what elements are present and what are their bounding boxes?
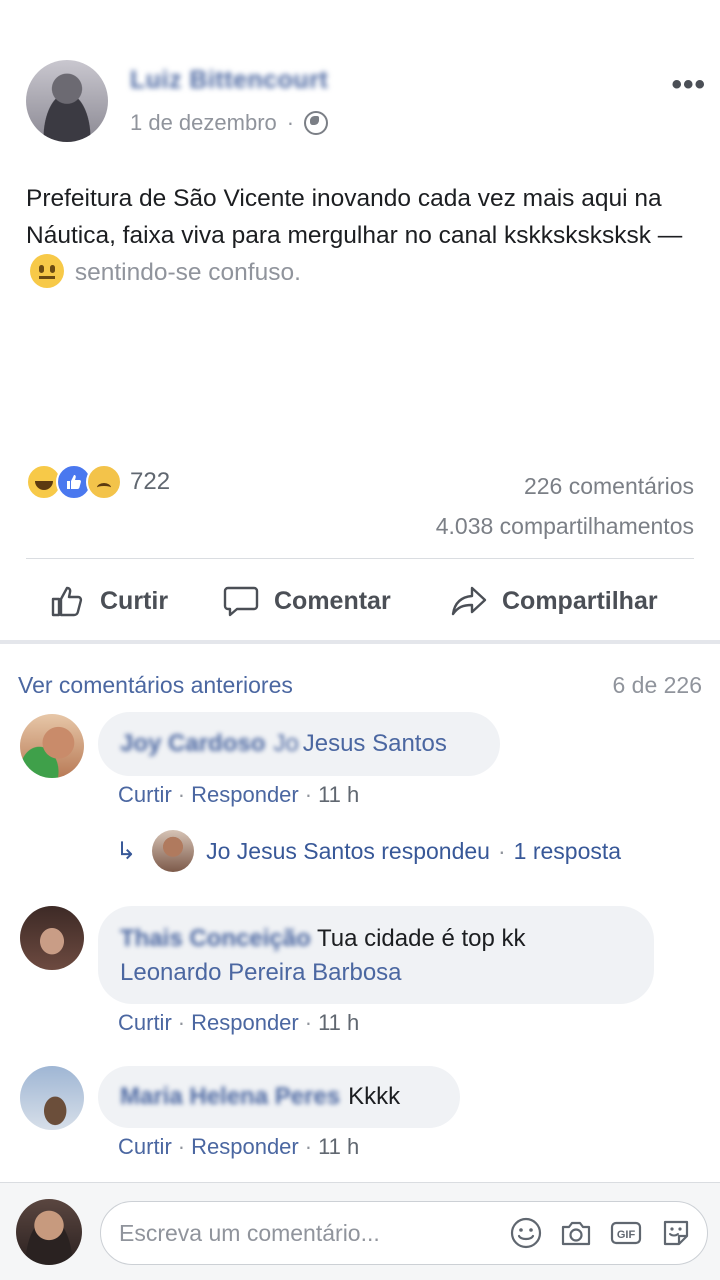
emoji-icon[interactable]	[509, 1216, 543, 1250]
globe-icon	[304, 111, 329, 135]
share-arrow-icon	[451, 586, 487, 616]
engagement-counts: 226 comentários 4.038 compartilhamentos	[436, 466, 694, 546]
like-button[interactable]: Curtir	[48, 582, 168, 620]
tagged-user[interactable]: Jesus Santos	[303, 730, 447, 758]
comment-bubble: Thais Conceição Tua cidade é top kk Leon…	[98, 906, 654, 1004]
confused-emoji-icon	[30, 254, 64, 288]
shares-count[interactable]: 4.038 compartilhamentos	[436, 506, 694, 546]
comment-bubble: Maria Helena Peres Kkkk	[98, 1066, 460, 1128]
comment-reply-link[interactable]: Responder	[191, 1010, 299, 1035]
share-button[interactable]: Compartilhar	[450, 582, 658, 620]
current-user-avatar	[16, 1199, 82, 1265]
more-options-icon[interactable]: •••	[671, 68, 706, 102]
reactions-summary[interactable]: 722	[26, 464, 170, 500]
post-actions: Curtir Comentar Compartilhar	[0, 572, 720, 632]
svg-text:GIF: GIF	[617, 1229, 636, 1241]
comment-bubble-icon	[223, 586, 259, 617]
commenter-name[interactable]: Thais Conceição	[120, 925, 311, 952]
see-previous-comments-link[interactable]: Ver comentários anteriores	[18, 672, 293, 699]
replier-avatar	[152, 830, 195, 872]
reply-count: 1 resposta	[513, 837, 622, 864]
post-meta: 1 de dezembro ·	[130, 110, 329, 136]
comment-input[interactable]	[119, 1216, 499, 1250]
post-text: Prefeitura de São Vicente inovando cada …	[26, 180, 696, 291]
composer-icons: GIF	[509, 1216, 693, 1250]
comment-reply-link[interactable]: Responder	[191, 1134, 299, 1159]
comment-reply-link[interactable]: Responder	[191, 782, 299, 807]
reply-separator: ·	[497, 837, 506, 864]
comment-bubble: Joy Cardoso Jo Jesus Santos	[98, 712, 500, 776]
comment-label: Comentar	[274, 586, 391, 615]
tagged-user[interactable]: Leonardo Pereira Barbosa	[120, 956, 632, 990]
comment-like-link[interactable]: Curtir	[118, 1010, 172, 1035]
comment-meta: Curtir · Responder · 11 h	[118, 1010, 360, 1035]
post-body: Prefeitura de São Vicente inovando cada …	[26, 185, 683, 249]
like-label: Curtir	[100, 586, 169, 615]
reply-summary[interactable]: ↳ Jo Jesus Santos respondeu · 1 resposta	[116, 830, 621, 872]
thumbs-up-icon	[51, 586, 83, 617]
section-divider	[0, 640, 720, 644]
commenter-avatar[interactable]	[20, 906, 84, 970]
comment-like-link[interactable]: Curtir	[118, 782, 172, 807]
comment-like-link[interactable]: Curtir	[118, 1134, 172, 1159]
author-avatar[interactable]	[26, 60, 108, 142]
comment-composer[interactable]: GIF	[100, 1201, 708, 1265]
post-header: Luiz Bittencourt 1 de dezembro · •••	[26, 58, 706, 148]
gif-icon[interactable]: GIF	[609, 1216, 643, 1250]
tagged-user-partial[interactable]: Jo	[273, 730, 298, 758]
comment-button[interactable]: Comentar	[222, 582, 391, 620]
commenter-name[interactable]: Joy Cardoso	[120, 730, 265, 758]
camera-icon[interactable]	[559, 1216, 593, 1250]
post-date[interactable]: 1 de dezembro	[130, 110, 277, 136]
sticker-icon[interactable]	[659, 1216, 693, 1250]
sad-reaction-icon	[86, 464, 122, 500]
comment-time: 11 h	[318, 782, 360, 807]
reply-arrow-icon: ↳	[116, 837, 137, 865]
comment-text: Tua cidade é top kk	[316, 925, 526, 952]
comment-composer-bar: GIF	[0, 1182, 720, 1280]
comment-text: Kkkk	[348, 1083, 401, 1110]
divider	[26, 558, 694, 559]
comments-count[interactable]: 226 comentários	[436, 466, 694, 506]
share-label: Compartilhar	[502, 586, 658, 615]
commenter-name[interactable]: Maria Helena Peres	[120, 1083, 340, 1111]
replier-text: Jo Jesus Santos respondeu	[206, 837, 490, 864]
meta-separator: ·	[286, 110, 295, 135]
author-name[interactable]: Luiz Bittencourt	[130, 66, 328, 95]
commenter-avatar[interactable]	[20, 714, 84, 778]
feeling-label: sentindo-se confuso.	[74, 259, 301, 286]
commenter-avatar[interactable]	[20, 1066, 84, 1130]
comment-meta: Curtir · Responder · 11 h	[118, 1134, 360, 1159]
comments-pagination: 6 de 226	[612, 672, 702, 698]
reaction-count[interactable]: 722	[130, 468, 170, 496]
comment-meta: Curtir · Responder · 11 h	[118, 782, 360, 807]
comment-time: 11 h	[318, 1134, 360, 1159]
comment-time: 11 h	[318, 1010, 360, 1035]
